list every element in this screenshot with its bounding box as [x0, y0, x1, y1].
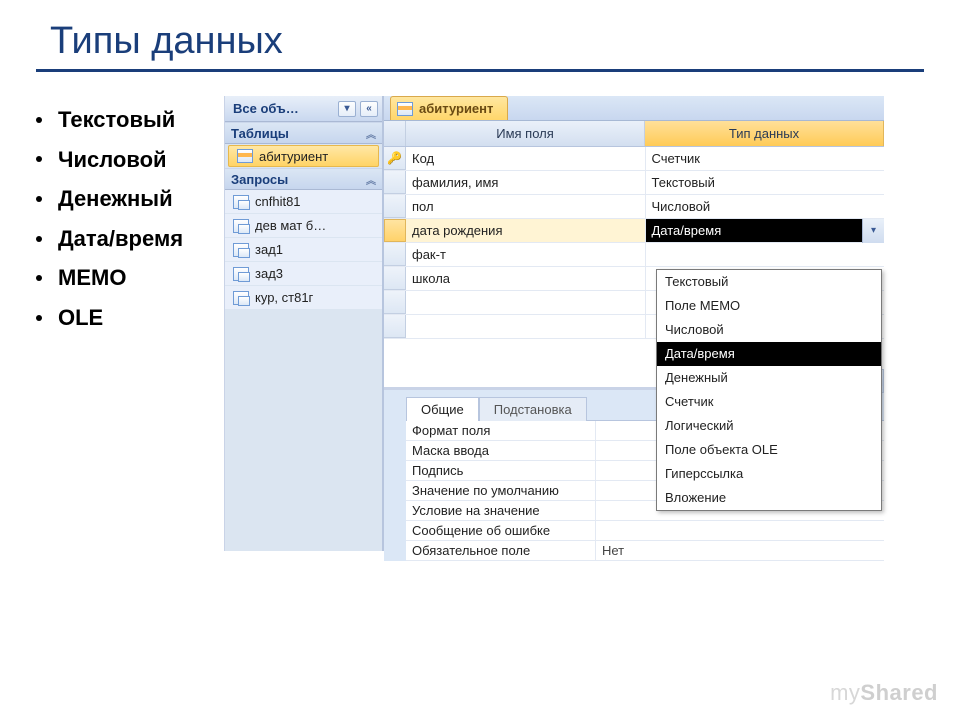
query-icon: [233, 291, 249, 305]
navitem-query[interactable]: дев мат б…: [225, 214, 382, 238]
document-tab-strip: абитуриент: [384, 96, 884, 121]
field-row[interactable]: пол Числовой: [384, 195, 884, 219]
chevron-up-icon: ︽: [366, 126, 376, 141]
design-area: абитуриент Имя поля Тип данных 🔑 Код Сче…: [383, 96, 884, 551]
query-icon: [233, 219, 249, 233]
dropdown-option[interactable]: Поле объекта OLE: [657, 438, 881, 462]
query-icon: [233, 195, 249, 209]
navitem-query[interactable]: кур, ст81г: [225, 286, 382, 310]
prop-tab-general[interactable]: Общие: [406, 397, 479, 421]
navpane-header[interactable]: Все объ… ▾ «: [225, 96, 382, 122]
dropdown-option[interactable]: Числовой: [657, 318, 881, 342]
bullet-item: Текстовый: [36, 100, 224, 140]
navitem-query[interactable]: зад3: [225, 262, 382, 286]
header-datatype[interactable]: Тип данных: [645, 121, 884, 146]
navpane-collapse-icon[interactable]: «: [360, 101, 378, 117]
table-icon: [397, 102, 413, 116]
dropdown-option[interactable]: Текстовый: [657, 270, 881, 294]
dropdown-option[interactable]: Денежный: [657, 366, 881, 390]
query-icon: [233, 243, 249, 257]
navigation-pane: Все объ… ▾ « Таблицы ︽ абитуриент Запрос…: [225, 96, 383, 551]
property-row[interactable]: Сообщение об ошибке: [406, 521, 884, 541]
field-grid-header: Имя поля Тип данных: [384, 121, 884, 147]
navitem-query[interactable]: cnfhit81: [225, 190, 382, 214]
watermark: myShared: [830, 680, 938, 706]
dropdown-option[interactable]: Вложение: [657, 486, 881, 510]
combo-dropdown-button[interactable]: ▾: [862, 219, 884, 243]
navgroup-tables[interactable]: Таблицы ︽: [225, 122, 382, 144]
property-row[interactable]: Обязательное полеНет: [406, 541, 884, 561]
bullet-item: Дата/время: [36, 219, 224, 259]
primary-key-icon: 🔑: [387, 151, 402, 165]
field-row[interactable]: 🔑 Код Счетчик: [384, 147, 884, 171]
bullet-list: Текстовый Числовой Денежный Дата/время М…: [36, 96, 224, 338]
dropdown-option[interactable]: Счетчик: [657, 390, 881, 414]
bullet-item: Числовой: [36, 140, 224, 180]
bullet-item: МЕМО: [36, 258, 224, 298]
navitem-table-abiturient[interactable]: абитуриент: [228, 145, 379, 167]
bullet-item: Денежный: [36, 179, 224, 219]
navpane-dropdown-icon[interactable]: ▾: [338, 101, 356, 117]
navpane-title: Все объ…: [233, 101, 299, 116]
access-window: Все объ… ▾ « Таблицы ︽ абитуриент Запрос…: [224, 96, 884, 551]
chevron-up-icon: ︽: [366, 172, 376, 187]
dropdown-option[interactable]: Гиперссылка: [657, 462, 881, 486]
query-icon: [233, 267, 249, 281]
dropdown-option-selected[interactable]: Дата/время: [657, 342, 881, 366]
chevron-down-icon: ▾: [871, 219, 876, 243]
datatype-dropdown[interactable]: Текстовый Поле МЕМО Числовой Дата/время …: [656, 269, 882, 511]
dropdown-option[interactable]: Поле МЕМО: [657, 294, 881, 318]
field-row[interactable]: фамилия, имя Текстовый: [384, 171, 884, 195]
field-grid-body: 🔑 Код Счетчик фамилия, имя Текстовый пол…: [384, 147, 884, 339]
navitem-query[interactable]: зад1: [225, 238, 382, 262]
field-row-active[interactable]: дата рождения Дата/время ▾: [384, 219, 884, 243]
navgroup-queries[interactable]: Запросы ︽: [225, 168, 382, 190]
header-fieldname[interactable]: Имя поля: [406, 121, 645, 146]
document-tab[interactable]: абитуриент: [390, 96, 508, 120]
slide-title: Типы данных: [0, 0, 960, 69]
field-row[interactable]: фак-т: [384, 243, 884, 267]
bullet-item: OLE: [36, 298, 224, 338]
table-icon: [237, 149, 253, 163]
datatype-cell-editing[interactable]: Дата/время ▾: [646, 219, 885, 242]
dropdown-option[interactable]: Логический: [657, 414, 881, 438]
title-underline: [36, 69, 924, 72]
prop-tab-lookup[interactable]: Подстановка: [479, 397, 587, 421]
